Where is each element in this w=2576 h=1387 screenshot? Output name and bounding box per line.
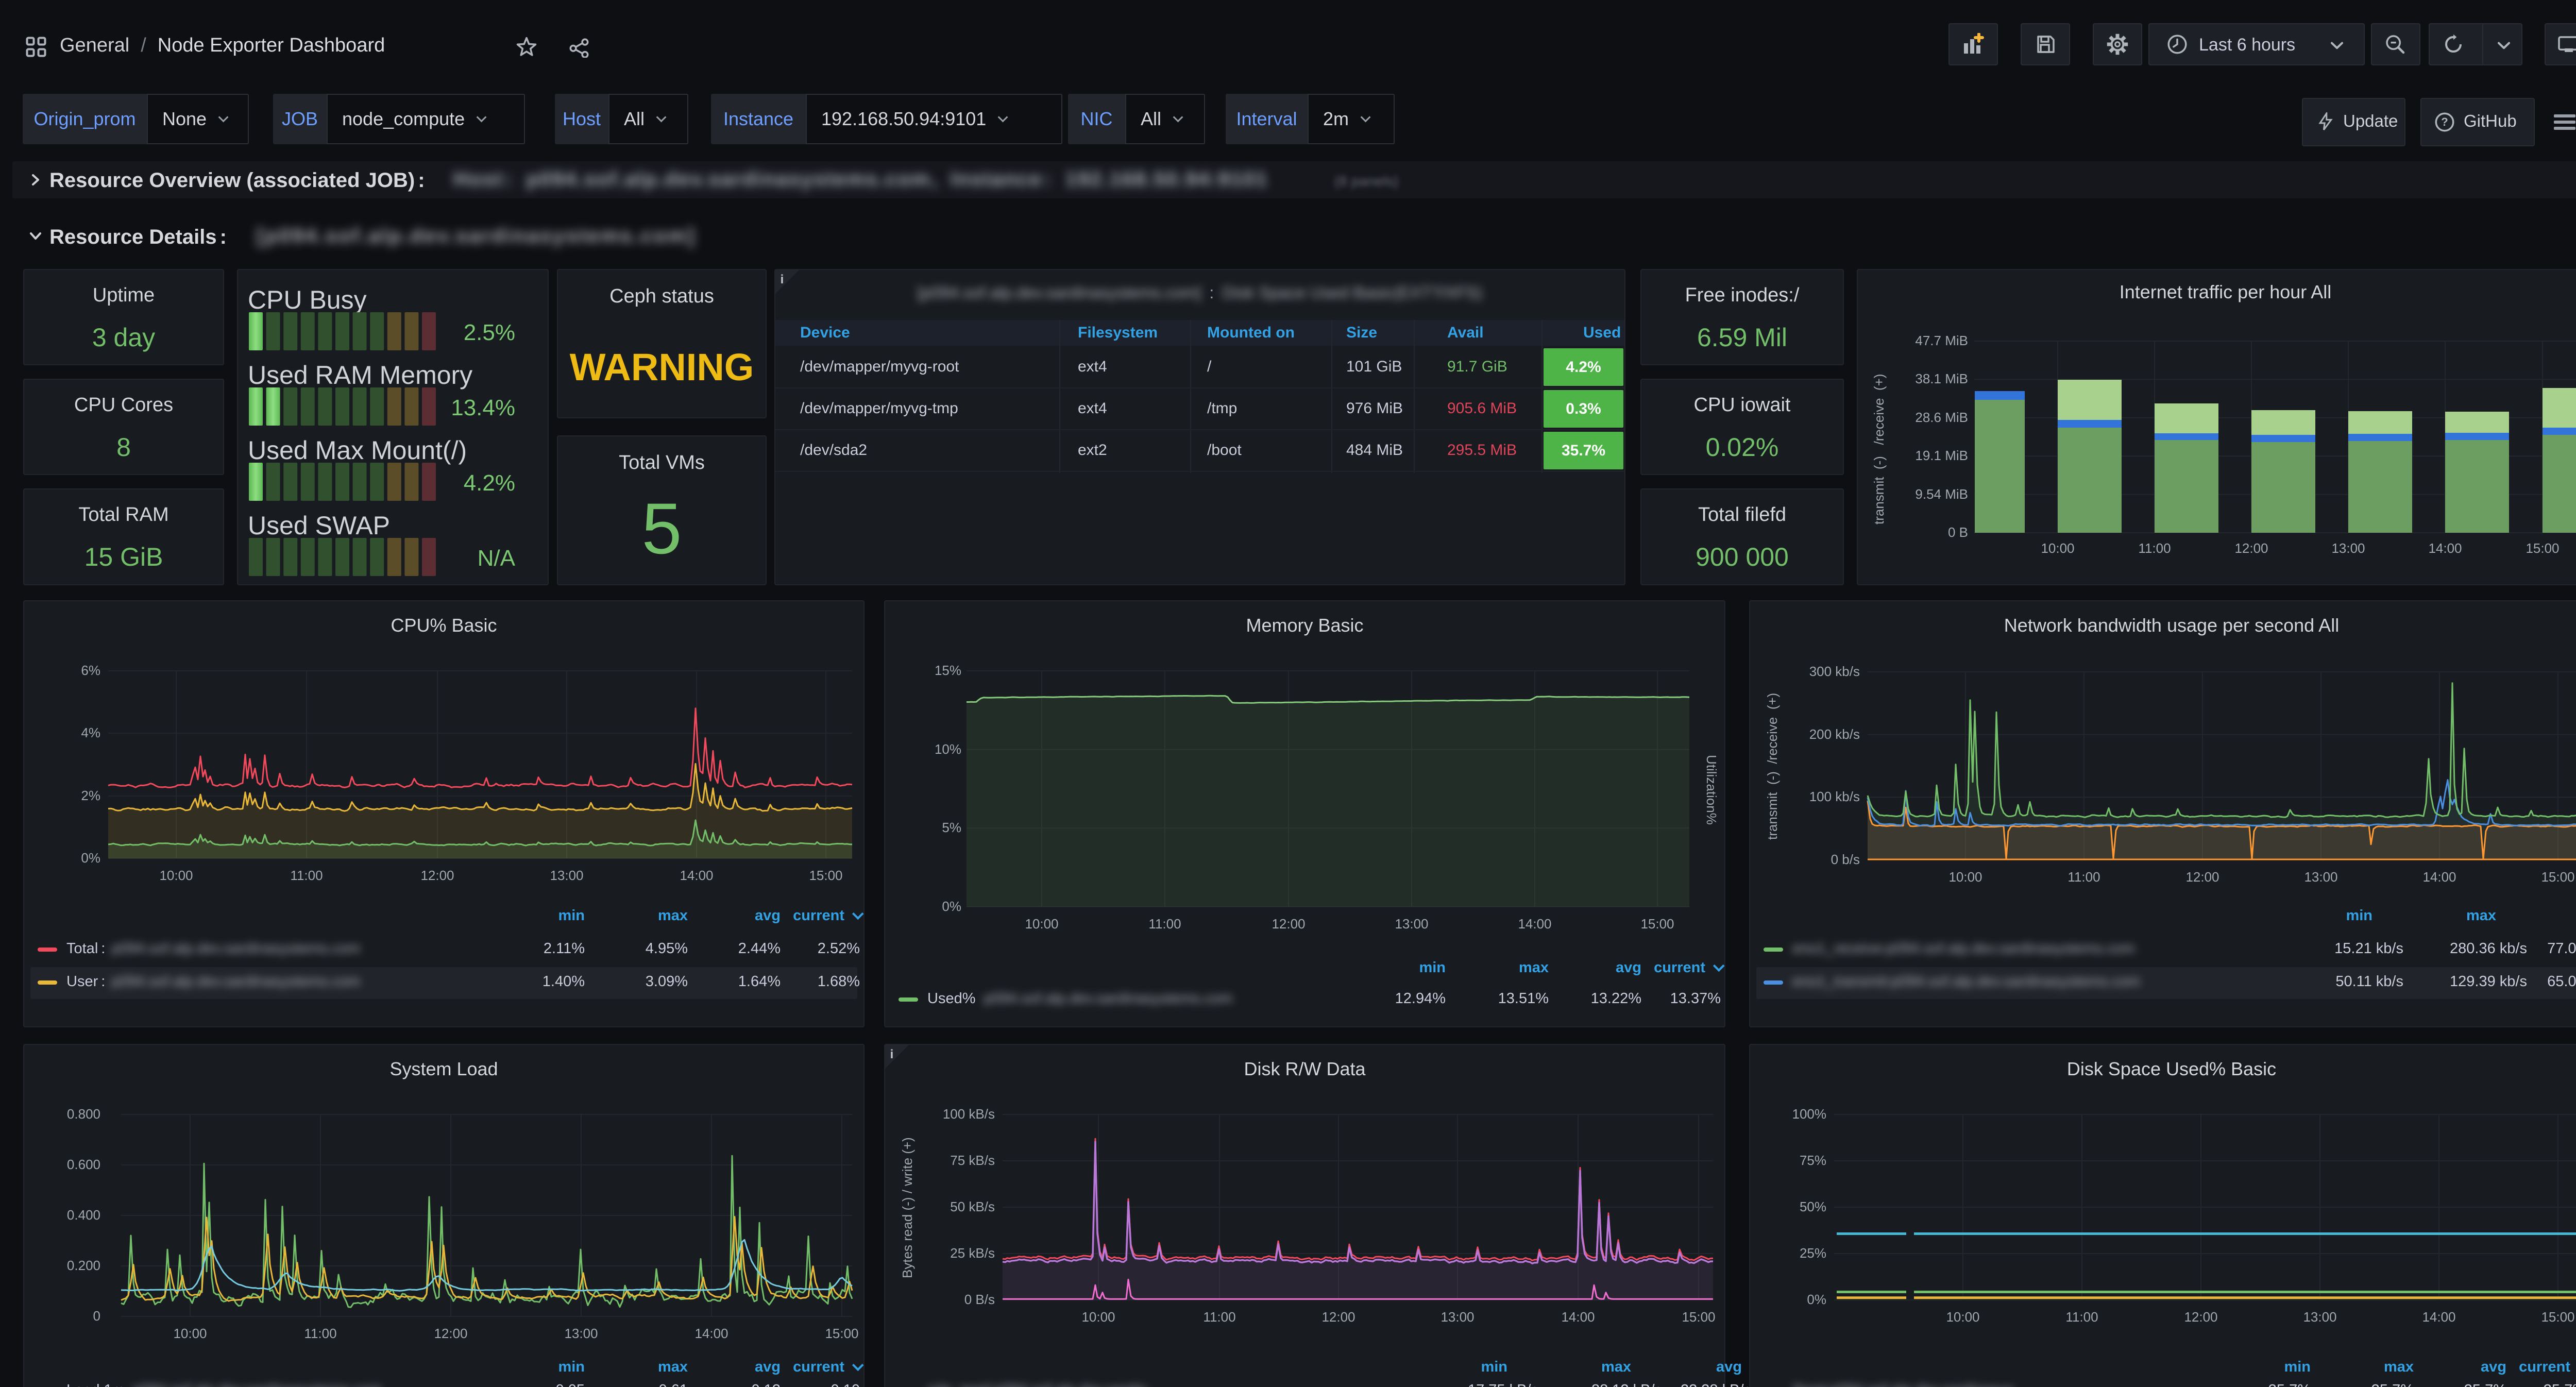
svg-text:?: ? xyxy=(2441,115,2448,128)
